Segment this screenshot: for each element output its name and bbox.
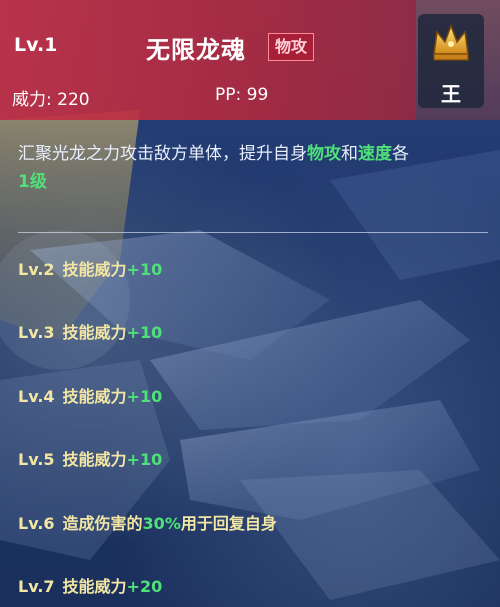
skill-detail-panel: Lv.1 无限龙魂 物攻 威力: 220 PP: 99 王 汇聚光龙之力攻击敌方…	[0, 0, 500, 607]
upgrade-level: Lv.5	[18, 450, 55, 469]
skill-description: 汇聚光龙之力攻击敌方单体，提升自身物攻和速度各 1级	[18, 140, 488, 196]
upgrade-row: Lv.2 技能威力+10	[18, 256, 162, 280]
crown-icon	[433, 23, 469, 61]
upgrade-text: 技能威力	[62, 387, 127, 406]
upgrade-value: +10	[126, 323, 163, 342]
upgrade-text: 造成伤害的	[62, 514, 143, 533]
skill-power: 威力: 220	[12, 90, 90, 110]
upgrade-value: +20	[126, 577, 163, 596]
upgrade-row: Lv.7 技能威力+20	[18, 573, 162, 597]
divider	[18, 232, 488, 233]
upgrade-suffix: 用于回复自身	[180, 514, 277, 533]
desc-stat-speed: 速度	[358, 144, 392, 164]
upgrade-level: Lv.2	[18, 260, 55, 279]
upgrade-row: Lv.6 造成伤害的30%用于回复自身	[18, 510, 277, 534]
skill-name: 无限龙魂	[146, 36, 246, 64]
upgrade-text: 技能威力	[62, 260, 127, 279]
upgrade-level: Lv.4	[18, 387, 55, 406]
upgrade-value: +10	[126, 387, 163, 406]
desc-text-3: 各	[392, 144, 409, 164]
upgrade-value: +10	[126, 260, 163, 279]
upgrade-text: 技能威力	[62, 577, 127, 596]
skill-type-badge: 物攻	[268, 33, 315, 61]
upgrade-level: Lv.7	[18, 577, 55, 596]
skill-pp: PP: 99	[215, 85, 269, 105]
upgrade-text: 技能威力	[62, 450, 127, 469]
upgrade-row: Lv.5 技能威力+10	[18, 446, 162, 470]
rank-badge: 王	[418, 14, 484, 108]
upgrade-text: 技能威力	[62, 323, 127, 342]
desc-text-1: 汇聚光龙之力攻击敌方单体，提升自身	[18, 144, 307, 164]
desc-amount: 1级	[18, 172, 47, 192]
upgrade-level: Lv.3	[18, 323, 55, 342]
upgrade-row: Lv.3 技能威力+10	[18, 319, 162, 343]
desc-stat-attack: 物攻	[307, 144, 341, 164]
desc-text-2: 和	[341, 144, 358, 164]
rank-label: 王	[441, 82, 461, 106]
upgrade-value: +10	[126, 450, 163, 469]
upgrade-value: 30%	[142, 514, 181, 533]
upgrade-level: Lv.6	[18, 514, 55, 533]
upgrade-row: Lv.4 技能威力+10	[18, 383, 162, 407]
skill-level: Lv.1	[14, 34, 58, 56]
